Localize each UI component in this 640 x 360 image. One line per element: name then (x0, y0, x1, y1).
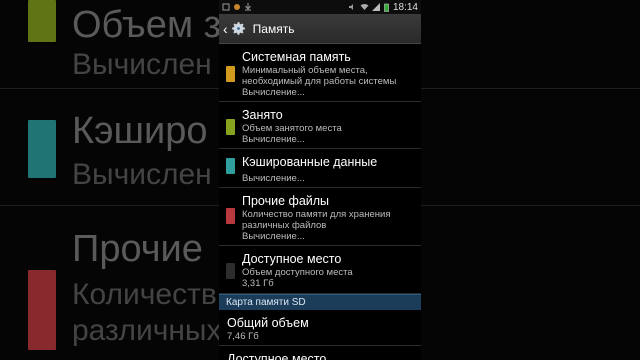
item-title: Общий объем (227, 316, 309, 330)
app-notification-icon (233, 3, 241, 11)
item-title: Кэшированные данные (242, 155, 378, 169)
color-swatch (226, 208, 235, 224)
item-status: Вычисление... (242, 231, 305, 242)
system-icons: 18:14 (348, 2, 418, 13)
phone-screen: 18:14 ‹ Память Системная память Минималь… (219, 0, 421, 360)
item-title: Доступное место (227, 352, 327, 360)
item-status: Вычисление... (242, 173, 305, 184)
storage-list: Системная память Минимальный объем места… (219, 44, 421, 360)
list-item-sd-total[interactable]: Общий объем 7,46 Гб (219, 310, 421, 346)
item-title: Доступное место (242, 252, 342, 266)
wifi-icon (360, 3, 369, 11)
item-line: Объем доступного места (242, 267, 353, 278)
list-item-cached-data[interactable]: Кэшированные данные Вычисление... (219, 149, 421, 188)
bg-swatch-2 (28, 120, 56, 178)
list-item-system-memory[interactable]: Системная память Минимальный объем места… (219, 44, 421, 102)
item-title: Системная память (242, 50, 351, 64)
bg-sub-3b: различных (72, 314, 222, 347)
item-status: Вычисление... (242, 87, 305, 98)
bg-sub-2: Вычислен (72, 158, 212, 191)
bg-swatch-1 (28, 0, 56, 42)
mute-icon (348, 3, 356, 11)
list-item-available[interactable]: Доступное место Объем доступного места 3… (219, 246, 421, 294)
bg-sub-1: Вычислен (72, 48, 212, 81)
item-title: Занято (242, 108, 283, 122)
screenshot-icon (222, 3, 230, 11)
sd-card-section-header: Карта памяти SD (219, 294, 421, 310)
color-swatch (226, 66, 235, 82)
battery-icon (384, 3, 389, 12)
bg-title-3: Прочие (72, 228, 203, 270)
color-swatch (226, 158, 235, 174)
download-icon (244, 3, 252, 11)
notification-icons (222, 3, 252, 11)
item-line: различных файлов (242, 220, 327, 231)
item-title: Прочие файлы (242, 194, 330, 208)
list-item-other-files[interactable]: Прочие файлы Количество памяти для хране… (219, 188, 421, 246)
color-swatch (226, 119, 235, 135)
item-value: 7,46 Гб (227, 331, 259, 342)
color-swatch (226, 263, 235, 279)
signal-icon (371, 3, 380, 11)
item-line: Количество памяти для хранения (242, 209, 391, 220)
bg-swatch-3 (28, 270, 56, 350)
item-value: 3,31 Гб (242, 278, 274, 289)
item-line: Объем занятого места (242, 123, 342, 134)
clock: 18:14 (392, 1, 418, 13)
settings-gear-icon[interactable] (230, 20, 247, 37)
list-item-used[interactable]: Занято Объем занятого места Вычисление..… (219, 102, 421, 149)
page-title: Память (252, 21, 295, 36)
item-line: Минимальный объем места, (242, 65, 368, 76)
item-line: необходимый для работы системы (242, 76, 397, 87)
status-bar: 18:14 (219, 0, 421, 14)
list-item-sd-available[interactable]: Доступное место (219, 346, 421, 360)
item-status: Вычисление... (242, 134, 305, 145)
action-bar: ‹ Память (219, 14, 421, 44)
back-icon[interactable]: ‹ (223, 21, 228, 37)
